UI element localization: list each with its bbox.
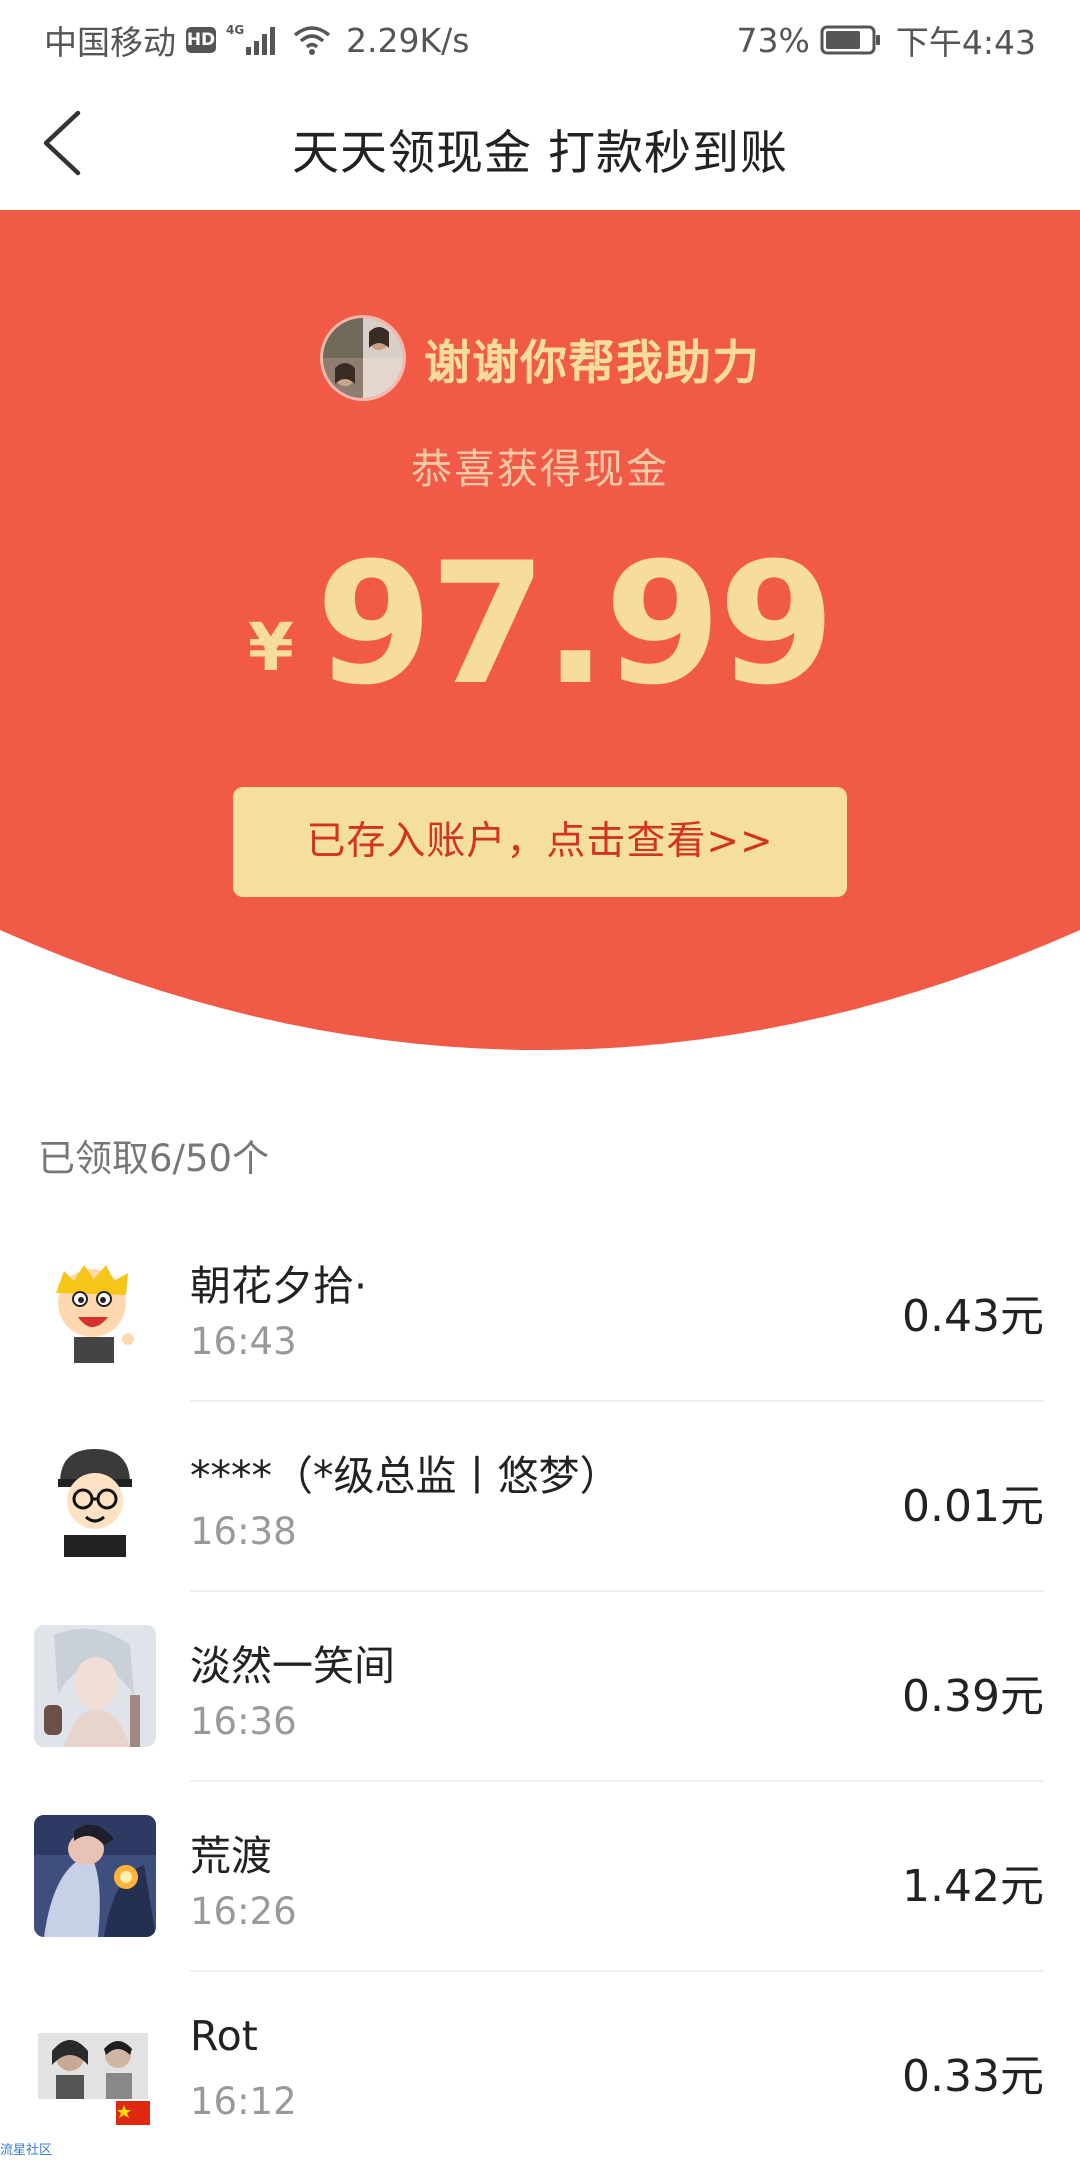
hd-icon: HD [186,27,216,53]
congrats-text: 恭喜获得现金 [411,445,669,493]
list-item[interactable]: 淡然一笑间 16:36 0.39元 [0,1592,1080,1782]
list-item[interactable]: Rot 16:12 0.33元 [0,1972,1080,2160]
user-name: 淡然一笑间 [190,1642,395,1690]
page-title: 天天领现金 打款秒到账 [292,126,788,181]
claim-list: 朝花夕拾· 16:43 0.43元 ****（*级总监丨悠梦） 16:38 0.… [0,1212,1080,2160]
claimed-count: 已领取6/50个 [38,1137,270,1180]
watermark: 流星社区 [0,2143,53,2158]
user-name: Rot [190,2012,258,2060]
helper-row: 谢谢你帮我助力 [0,315,1080,401]
list-item[interactable]: 朝花夕拾· 16:43 0.43元 [0,1212,1080,1402]
claim-amount: 0.43元 [902,1291,1044,1342]
amount-row: ¥ 97.99 [0,540,1080,708]
reward-amount: 97.99 [315,526,835,722]
user-name: 朝花夕拾· [190,1262,368,1310]
claim-amount: 0.33元 [902,2051,1044,2102]
user-avatar[interactable] [34,1245,156,1367]
list-item[interactable]: ****（*级总监丨悠梦） 16:38 0.01元 [0,1402,1080,1592]
title-bar: 天天领现金 打款秒到账 [0,76,1080,210]
user-name: ****（*级总监丨悠梦） [190,1452,621,1500]
reward-card: 谢谢你帮我助力 恭喜获得现金 ¥ 97.99 已存入账户，点击查看>> [0,210,1080,1060]
illustration-avatar [34,1815,156,1937]
anime-portrait-avatar [34,1625,156,1747]
claim-time: 16:36 [190,1700,297,1743]
claim-amount: 0.01元 [902,1481,1044,1532]
currency-symbol: ¥ [247,609,294,686]
status-bar: 中国移动 HD 4G 2.29K/s 73% 下午4:43 [0,0,1080,76]
user-avatar[interactable] [34,1435,156,1557]
status-right: 73% 下午4:43 [737,16,1036,64]
user-avatar[interactable] [34,1815,156,1937]
cartoon-cap-avatar [34,1435,156,1557]
signal-icon: 4G [226,23,275,55]
battery-percent: 73% [736,20,810,60]
claim-time: 16:26 [190,1890,297,1933]
user-avatar[interactable] [34,2005,156,2127]
helper-message: 谢谢你帮我助力 [424,335,760,391]
battery-icon [820,25,880,55]
claim-time: 16:43 [190,1320,297,1363]
helper-avatar[interactable] [320,315,406,401]
claim-time: 16:12 [190,2080,297,2123]
list-item[interactable]: 荒渡 16:26 1.42元 [0,1782,1080,1972]
user-name: 荒渡 [190,1832,272,1880]
user-avatar[interactable] [34,1625,156,1747]
cartoon-boy-avatar [34,1245,156,1367]
wifi-icon [293,26,331,55]
claim-amount: 0.39元 [902,1671,1044,1722]
network-speed: 2.29K/s [346,20,470,60]
carrier-name: 中国移动 [44,23,176,62]
claim-amount: 1.42元 [902,1861,1044,1912]
helper-avatar-image [323,318,403,398]
status-left: 中国移动 HD 4G 2.29K/s [44,16,469,64]
network-type-label: 4G [226,23,244,37]
clock: 下午4:43 [895,23,1036,62]
couple-photo-avatar [34,2005,156,2127]
claim-time: 16:38 [190,1510,297,1553]
view-account-button[interactable]: 已存入账户，点击查看>> [233,787,847,897]
